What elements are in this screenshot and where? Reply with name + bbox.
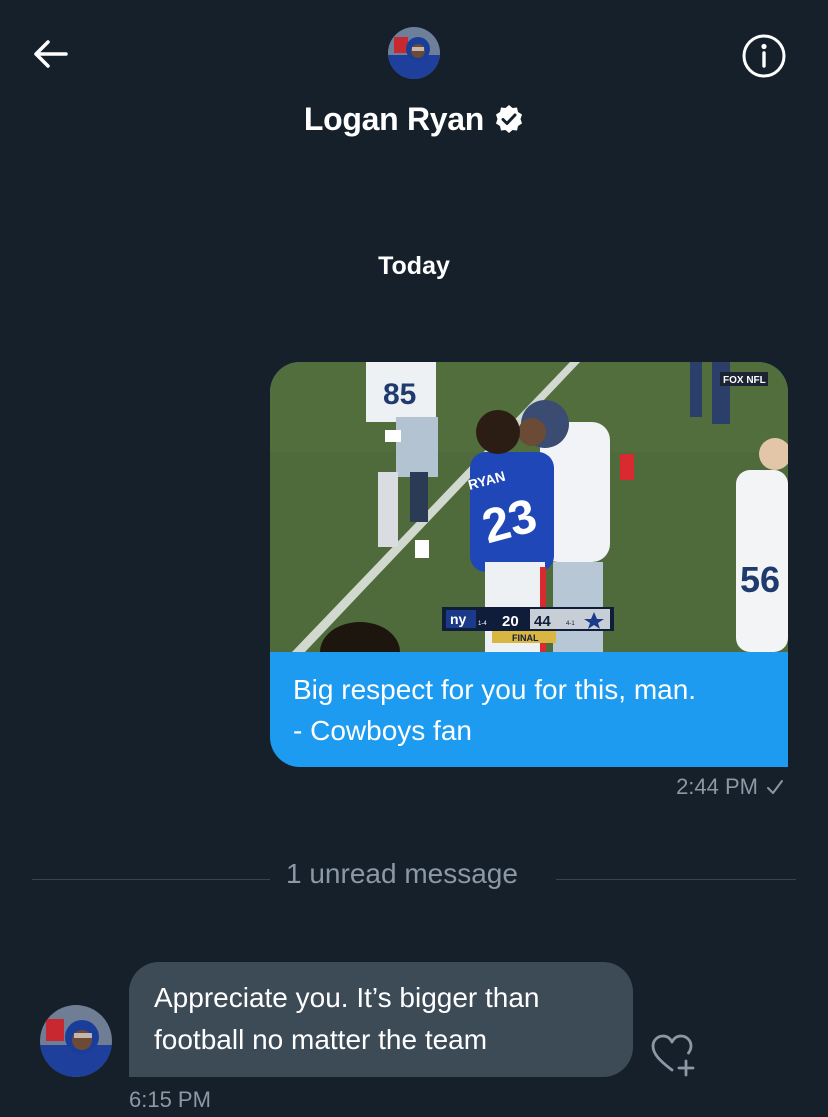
heart-plus-icon[interactable] (650, 1032, 696, 1078)
message-photo[interactable]: 85 RYAN 23 56 FOX NFL ny 1-4 20 44 4-1 F… (270, 362, 788, 652)
avatar[interactable] (388, 27, 440, 79)
svg-text:85: 85 (383, 378, 416, 411)
svg-text:FOX NFL: FOX NFL (723, 375, 766, 386)
divider-line (556, 879, 796, 880)
message-bubble-incoming[interactable]: Appreciate you. It’s bigger than footbal… (129, 962, 633, 1077)
svg-text:FINAL: FINAL (512, 633, 539, 643)
checkmark-icon (767, 780, 783, 794)
arrow-left-icon[interactable] (28, 32, 72, 76)
svg-text:20: 20 (502, 613, 519, 630)
message-bubble-outgoing[interactable]: 85 RYAN 23 56 FOX NFL ny 1-4 20 44 4-1 F… (270, 362, 788, 767)
message-text: Big respect for you for this, man. - Cow… (293, 674, 697, 746)
unread-divider: 1 unread message (32, 856, 796, 900)
verified-badge-icon (496, 105, 523, 133)
svg-text:ny: ny (450, 611, 467, 627)
day-separator: Today (378, 252, 450, 280)
svg-text:4-1: 4-1 (566, 621, 575, 627)
page-title: Logan Ryan (303, 100, 485, 137)
message-time: 2:44 PM (676, 774, 758, 799)
unread-label: 1 unread message (286, 858, 518, 889)
svg-text:56: 56 (740, 559, 780, 600)
info-circle-icon[interactable] (740, 32, 788, 80)
message-meta: 2:44 PM (676, 774, 784, 800)
svg-text:1-4: 1-4 (478, 621, 487, 627)
message-time: 6:15 PM (129, 1087, 211, 1112)
title-row: Logan Ryan (0, 96, 828, 142)
avatar[interactable] (40, 1005, 112, 1077)
divider-line (32, 879, 270, 880)
conversation-header: Logan Ryan (0, 0, 828, 160)
svg-text:44: 44 (534, 613, 551, 630)
message-text: Appreciate you. It’s bigger than footbal… (154, 982, 540, 1055)
